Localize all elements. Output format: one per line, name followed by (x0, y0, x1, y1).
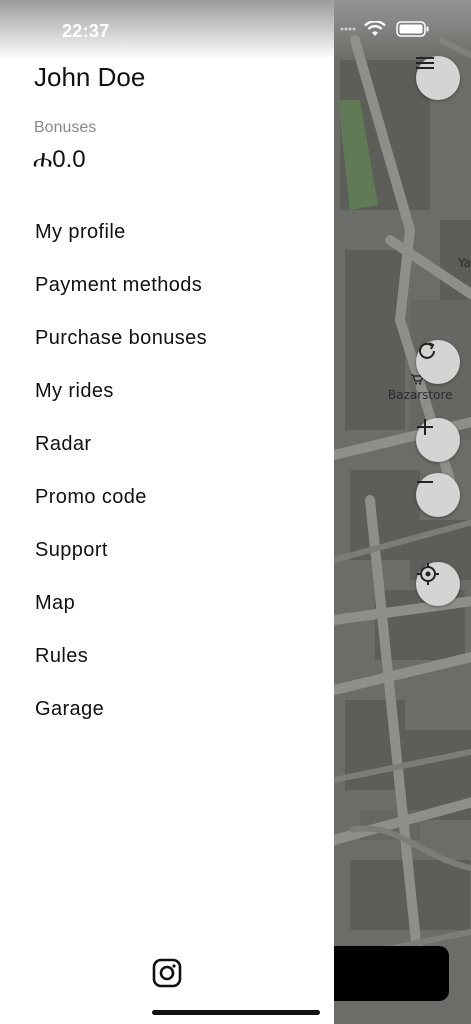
menu-item-support[interactable]: Support (0, 530, 334, 583)
minus-icon (417, 481, 433, 483)
menu-icon (416, 57, 434, 69)
zoom-out-button[interactable] (416, 473, 460, 517)
refresh-icon (419, 342, 435, 359)
menu-item-rules[interactable]: Rules (0, 636, 334, 689)
home-indicator (152, 1010, 320, 1015)
poi-label: Bazarstore (388, 388, 453, 402)
menu-item-garage[interactable]: Garage (0, 689, 334, 742)
zoom-in-button[interactable] (416, 418, 460, 462)
locate-icon (417, 563, 439, 585)
user-name: John Doe (34, 62, 146, 92)
drawer-menu: My profile Payment methods Purchase bonu… (0, 212, 334, 742)
refresh-button[interactable] (416, 340, 460, 384)
menu-item-map[interactable]: Map (0, 583, 334, 636)
menu-button[interactable] (416, 56, 460, 100)
menu-item-my-profile[interactable]: My profile (0, 212, 334, 265)
menu-item-my-rides[interactable]: My rides (0, 371, 334, 424)
map-street-label: Ya (458, 256, 471, 270)
locate-button[interactable] (416, 562, 460, 606)
bonuses-value: ሐ0.0 (33, 146, 86, 173)
menu-item-promo-code[interactable]: Promo code (0, 477, 334, 530)
side-drawer: John Doe Bonuses ሐ0.0 My profile Payment… (0, 0, 334, 1024)
bonuses-label: Bonuses (34, 119, 97, 136)
menu-item-purchase-bonuses[interactable]: Purchase bonuses (0, 318, 334, 371)
plus-icon (417, 419, 433, 435)
instagram-icon[interactable] (152, 958, 182, 988)
menu-item-payment-methods[interactable]: Payment methods (0, 265, 334, 318)
menu-item-radar[interactable]: Radar (0, 424, 334, 477)
